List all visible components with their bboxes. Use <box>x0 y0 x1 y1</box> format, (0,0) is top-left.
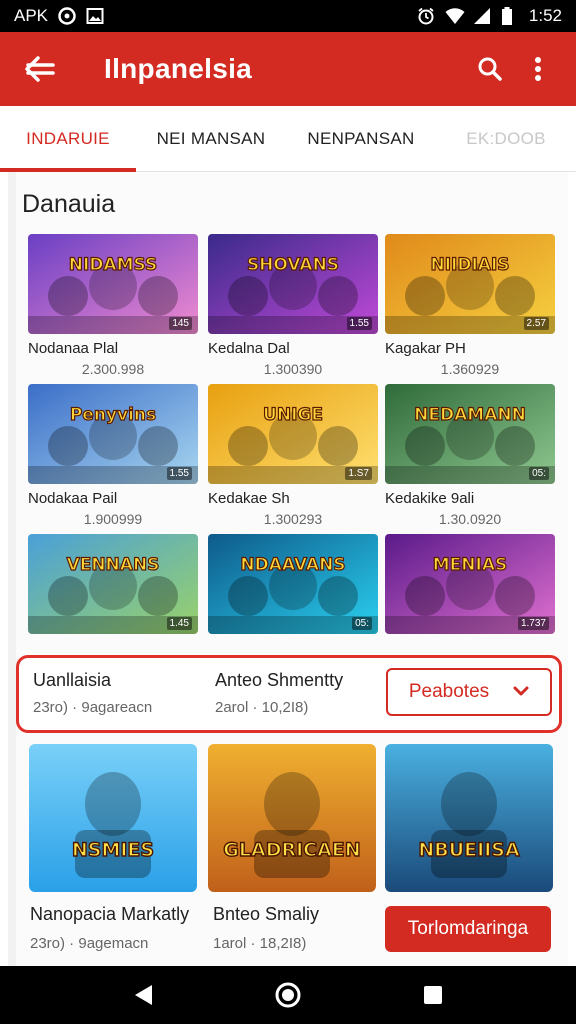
game-tile[interactable]: VENNANS 1.45 <box>28 534 198 640</box>
list-item-title: Nanopacia Markatly <box>30 904 190 924</box>
tab-indaruie[interactable]: INDARUIE <box>0 106 136 172</box>
featured-tile[interactable]: GLADRICAEN <box>208 744 376 892</box>
game-thumbnail: SHOVANS 1.55 <box>208 234 378 334</box>
game-badge: 05: <box>529 467 549 480</box>
game-art-title: NDAAVANS <box>240 555 345 575</box>
status-bar: APK 1:52 <box>0 0 576 32</box>
game-tile[interactable]: UNIGE 1.S7 Kedakae Sh 1.300293 <box>208 384 378 527</box>
highlighted-row: Uanllaisia 23ro) · 9agareacn Anteo Shmen… <box>16 655 562 733</box>
game-name: Nodakaa Pail <box>28 490 118 507</box>
list-item[interactable]: Nanopacia Markatly 23ro) · 9agemacn <box>30 904 189 952</box>
list-item[interactable]: Bnteo Smaliy 1arol · 18,2I8) <box>213 904 319 952</box>
game-art-title: NIIDIAIS <box>430 255 509 275</box>
game-badge: 2.57 <box>523 317 549 330</box>
highlight-item[interactable]: Anteo Shmentty 2arol · 10,2I8) <box>215 670 343 716</box>
game-tile[interactable]: NIDAMSS 145 Nodanaa Plal 2.300.998 <box>28 234 198 377</box>
game-count: 1.360929 <box>440 361 500 377</box>
game-name: Kedalna Dal <box>208 340 290 357</box>
featured-art-title: NBUEIISA <box>418 839 520 861</box>
alarm-icon <box>417 7 435 25</box>
home-circle-icon[interactable] <box>266 973 310 1017</box>
game-thumbnail: Penyvins 1.55 <box>28 384 198 484</box>
game-count: 1.900999 <box>83 511 143 527</box>
back-arrow-icon[interactable] <box>18 47 62 91</box>
back-triangle-icon[interactable] <box>121 973 165 1017</box>
list-item-subtitle: 1arol · 18,2I8) <box>213 935 307 952</box>
game-badge: 05: <box>352 617 372 630</box>
dropdown-label: Peabotes <box>408 681 490 702</box>
game-art-title: SHOVANS <box>247 255 339 275</box>
game-thumbnail: VENNANS 1.45 <box>28 534 198 634</box>
sort-dropdown[interactable]: Peabotes <box>386 668 552 716</box>
game-name: Nodanaa Plal <box>28 340 119 357</box>
primary-action-button[interactable]: Torlomdaringa <box>385 906 551 952</box>
search-icon[interactable] <box>470 47 510 91</box>
game-tile[interactable]: SHOVANS 1.55 Kedalna Dal 1.300390 <box>208 234 378 377</box>
carrier-label: APK <box>14 6 49 25</box>
page-title: Ilnpanelsia <box>104 53 253 84</box>
game-tile[interactable]: NIIDIAIS 2.57 Kagakar PH 1.360929 <box>385 234 555 377</box>
game-name: Kedakae Sh <box>208 490 290 507</box>
at-sign-icon <box>58 7 76 25</box>
system-nav-bar <box>0 966 576 1024</box>
highlight-item-title: Uanllaisia <box>33 670 112 690</box>
game-badge: 1.55 <box>346 317 372 330</box>
highlight-item-subtitle: 2arol · 10,2I8) <box>215 699 309 716</box>
game-art-title: Penyvins <box>70 405 156 425</box>
tab-nei-mansan[interactable]: NEI MANSAN <box>136 106 286 171</box>
game-thumbnail: NEDAMANN 05: <box>385 384 555 484</box>
game-tile[interactable]: Penyvins 1.55 Nodakaa Pail 1.900999 <box>28 384 198 527</box>
game-count: 2.300.998 <box>81 361 145 377</box>
list-item-subtitle: 23ro) · 9agemacn <box>30 935 149 952</box>
more-vert-icon[interactable] <box>518 47 558 91</box>
game-name: Kagakar PH <box>385 340 466 357</box>
highlight-item[interactable]: Uanllaisia 23ro) · 9agareacn <box>33 670 152 716</box>
highlight-item-title: Anteo Shmentty <box>215 670 344 690</box>
game-badge: 145 <box>169 317 192 330</box>
game-tile[interactable]: MENIAS 1.737 <box>385 534 555 640</box>
game-art-title: UNIGE <box>263 405 323 425</box>
game-count: 1.300293 <box>263 511 323 527</box>
featured-art-title: NSMIES <box>72 839 154 861</box>
featured-art-title: GLADRICAEN <box>223 839 360 861</box>
game-badge: 1.737 <box>517 617 549 630</box>
game-art-title: MENIAS <box>433 555 507 575</box>
game-art-title: VENNANS <box>67 555 160 575</box>
highlight-item-subtitle: 23ro) · 9agareacn <box>33 699 153 716</box>
battery-icon <box>501 7 519 25</box>
game-count: 1.30.0920 <box>438 511 502 527</box>
game-thumbnail: NDAAVANS 05: <box>208 534 378 634</box>
list-item-title: Bnteo Smaliy <box>213 904 320 924</box>
game-badge: 1.45 <box>166 617 192 630</box>
chevron-down-icon <box>513 681 529 703</box>
game-thumbnail: UNIGE 1.S7 <box>208 384 378 484</box>
clock-label: 1:52 <box>528 6 562 25</box>
game-art-title: NIDAMSS <box>69 255 157 275</box>
game-thumbnail: NIIDIAIS 2.57 <box>385 234 555 334</box>
app-bar: Ilnpanelsia <box>0 32 576 106</box>
game-name: Kedakike 9ali <box>385 490 475 507</box>
game-thumbnail: MENIAS 1.737 <box>385 534 555 634</box>
tab-bar: INDARUIE NEI MANSAN NENPANSAN EK:DOOB <box>0 106 576 172</box>
game-art-title: NEDAMANN <box>414 405 526 425</box>
game-thumbnail: NIDAMSS 145 <box>28 234 198 334</box>
game-badge: 1.S7 <box>345 467 372 480</box>
game-count: 1.300390 <box>263 361 323 377</box>
game-tile[interactable]: NEDAMANN 05: Kedakike 9ali 1.30.0920 <box>385 384 555 527</box>
tab-nenpansan[interactable]: NENPANSAN <box>286 106 436 171</box>
game-badge: 1.55 <box>166 467 192 480</box>
wifi-icon <box>445 7 465 25</box>
section-title: Danauia <box>22 190 116 218</box>
featured-tile[interactable]: NBUEIISA <box>385 744 553 892</box>
tab-ek-doob[interactable]: EK:DOOB <box>436 106 576 171</box>
signal-icon <box>473 7 491 25</box>
game-tile[interactable]: NDAAVANS 05: <box>208 534 378 640</box>
image-icon <box>86 7 104 25</box>
recents-square-icon[interactable] <box>411 973 455 1017</box>
featured-tile[interactable]: NSMIES <box>29 744 197 892</box>
